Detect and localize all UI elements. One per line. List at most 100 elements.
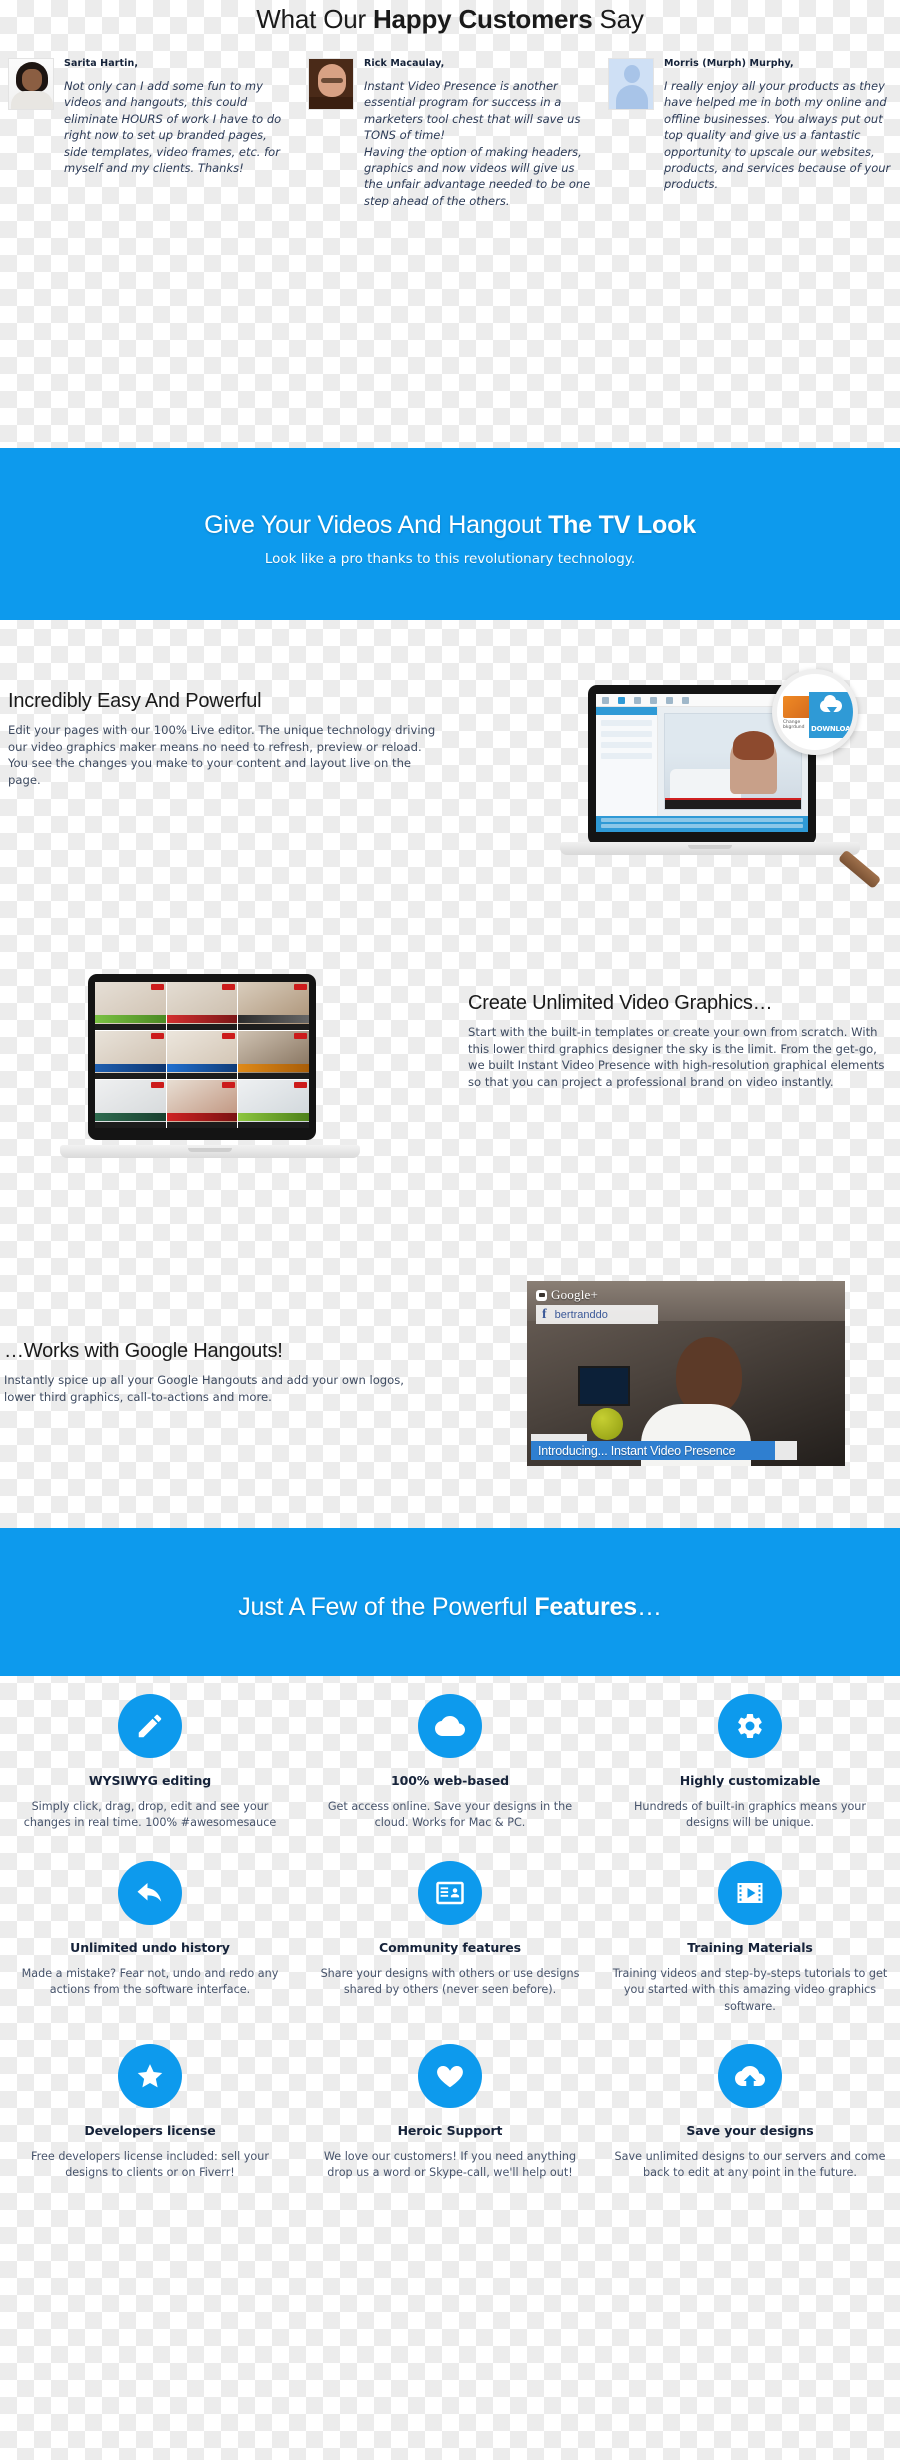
feature-card-developers-license: Developers license Free developers licen… [0,2044,300,2182]
hangout-screenshot: Google+ f bertranddo Introducing... Inst… [527,1281,845,1466]
page-title: What Our Happy Customers Say [0,4,900,35]
tv-look-banner: Give Your Videos And Hangout The TV Look… [0,448,900,620]
features-row: Developers license Free developers licen… [0,2044,900,2182]
page-title-bold: Happy Customers [372,4,593,34]
lower-third-overlay: Introducing... Instant Video Presence [531,1441,775,1460]
testimonial-author: Morris (Murph) Murphy, [664,58,794,69]
testimonial-quote-part: Instant Video Presence is another essent… [364,79,581,143]
avatar [608,58,654,110]
toolbar-icon-text [634,696,641,704]
template-thumb [238,982,309,1030]
template-thumb [238,1080,309,1128]
facebook-handle: bertranddo [554,1308,608,1321]
template-thumb [166,1080,238,1128]
testimonial-quote-part: Having the option of making headers, gra… [364,144,591,208]
page-title-prefix: What Our [256,4,373,34]
editor-sidebar [596,707,658,816]
feature-card-wysiwyg-editing: WYSIWYG editing Simply click, drag, drop… [0,1694,300,1832]
editor-footer [596,816,808,832]
gear-icon [718,1694,782,1758]
laptop-screen [88,974,316,1140]
testimonial-quote: Not only can I add some fun to my videos… [64,79,282,176]
lower-third-text: Introducing... Instant Video Presence [538,1443,736,1458]
testimonial-card: Rick Macaulay, Instant Video Presence is… [300,58,600,209]
section-body: Edit your pages with our 100% Live edito… [8,723,436,787]
avatar [308,58,354,110]
star-icon [118,2044,182,2109]
toolbar-icon-settings [682,696,689,704]
feature-title: Unlimited undo history [70,1939,230,1955]
feature-description: Share your designs with others or use de… [320,1966,580,1997]
feature-title: 100% web-based [391,1773,509,1788]
cloud-icon [418,1694,482,1758]
toolbar-icon-image [650,696,657,704]
features-title-prefix: Just A Few of the Powerful [238,1593,535,1621]
section-body: Start with the built-in templates or cre… [468,1025,885,1089]
templates-screenshot [60,972,360,1158]
features-grid: WYSIWYG editing Simply click, drag, drop… [0,1694,900,2182]
feature-card-undo-history: Unlimited undo history Made a mistake? F… [0,1860,300,2015]
features-row: Unlimited undo history Made a mistake? F… [0,1860,900,2015]
section-heading: Incredibly Easy And Powerful [8,690,262,712]
google-plus-label: Google+ [551,1287,599,1302]
section-works-with-hangouts: …Works with Google Hangouts! Instantly s… [4,1340,424,1405]
toolbar-icon-background [618,696,625,704]
download-button[interactable]: DOWNLOAD [809,692,853,738]
magnifier-handle [837,849,882,890]
heart-icon [418,2044,482,2109]
testimonial-card: Sarita Hartin, Not only can I add some f… [0,58,300,209]
film-play-icon [718,1860,782,1925]
tv-look-banner-title: Give Your Videos And Hangout The TV Look [0,448,900,540]
feature-title: Community features [379,1939,521,1955]
testimonial-quote: Instant Video Presence is another essent… [364,78,592,209]
tv-look-banner-subtitle: Look like a pro thanks to this revolutio… [264,551,636,567]
facebook-icon: f [542,1306,547,1322]
features-title-bold: Features [534,1593,637,1621]
feature-description: Simply click, drag, drop, edit and see y… [23,1800,277,1830]
live-editor-screenshot: Change bkgrdund DOWNLOAD [560,669,882,890]
template-thumb [95,1031,166,1079]
pencil-icon [118,1694,182,1758]
section-heading: …Works with Google Hangouts! [4,1340,283,1362]
feature-title: Heroic Support [397,2123,503,2139]
feature-description: Hundreds of built-in graphics means your… [633,1800,866,1830]
feature-card-community-features: Community features Share your designs wi… [300,1860,600,2015]
tv-look-title-bold: The TV Look [548,511,696,539]
avatar [8,58,54,110]
undo-arrow-icon [118,1860,182,1925]
testimonial-quote: I really enjoy all your products as they… [664,79,891,192]
feature-card-web-based: 100% web-based Get access online. Save y… [300,1694,600,1832]
id-card-icon [418,1860,482,1925]
feature-description: Get access online. Save your designs in … [327,1800,573,1830]
template-grid [95,982,309,1128]
testimonial-card: Morris (Murph) Murphy, I really enjoy al… [600,58,900,209]
download-button-label: DOWNLOAD [811,725,856,733]
template-thumb [166,982,238,1030]
hangouts-icon [536,1289,547,1301]
section-body: Instantly spice up all your Google Hango… [4,1373,404,1404]
features-title-suffix: … [636,1593,662,1621]
feature-description: Made a mistake? Fear not, undo and redo … [21,1966,279,1997]
feature-card-heroic-support: Heroic Support We love our customers! If… [300,2044,600,2182]
toolbar-icon-shape [666,696,673,704]
feature-title: WYSIWYG editing [88,1773,212,1788]
page-title-suffix: Say [592,4,644,34]
features-banner-title: Just A Few of the Powerful Features… [0,1528,900,1622]
toolbar-icon-undo [602,696,609,704]
feature-title: Training Materials [687,1939,813,1955]
testimonials-list: Sarita Hartin, Not only can I add some f… [0,58,900,209]
feature-title: Highly customizable [679,1773,821,1788]
feature-description: Free developers license included: sell y… [31,2150,269,2180]
facebook-overlay: f bertranddo [536,1305,658,1324]
section-heading: Create Unlimited Video Graphics… [468,992,773,1014]
template-thumb [95,1080,166,1128]
feature-card-training-materials: Training Materials Training videos and s… [600,1860,900,2015]
features-row: WYSIWYG editing Simply click, drag, drop… [0,1694,900,1832]
feature-card-save-your-designs: Save your designs Save unlimited designs… [600,2044,900,2182]
features-banner: Just A Few of the Powerful Features… [0,1528,900,1676]
feature-card-highly-customizable: Highly customizable Hundreds of built-in… [600,1694,900,1832]
magnifier-icon: Change bkgrdund DOWNLOAD [772,669,858,755]
feature-description: Save unlimited designs to our servers an… [614,2150,886,2180]
feature-title: Developers license [84,2123,216,2139]
template-thumb [238,1031,309,1079]
